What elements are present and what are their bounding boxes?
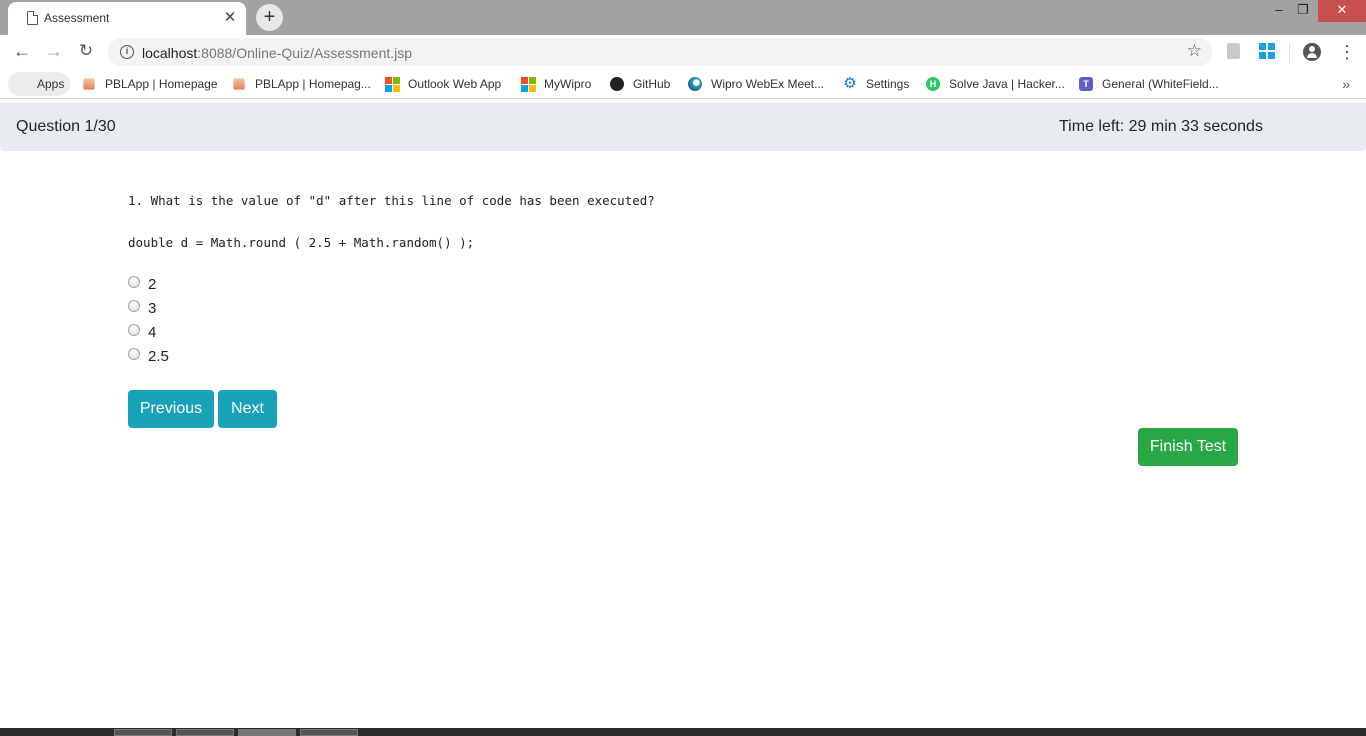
webex-icon: [688, 77, 702, 91]
option-label: 2: [148, 275, 157, 293]
bookmark-mywipro[interactable]: MyWipro: [521, 72, 591, 96]
forward-button[interactable]: →: [42, 40, 66, 64]
teams-icon: T: [1079, 77, 1093, 91]
bookmarks-overflow-chevron-icon[interactable]: »: [1342, 76, 1350, 92]
question-counter: Question 1/30: [16, 118, 116, 135]
answer-options: 2 3 4 2.5: [128, 272, 169, 368]
quiz-header: Question 1/30 Time left: 29 min 33 secon…: [0, 103, 1366, 151]
github-icon: [610, 77, 624, 91]
radio-button[interactable]: [128, 348, 140, 360]
radio-button[interactable]: [128, 300, 140, 312]
answer-option[interactable]: 2.5: [128, 344, 169, 368]
radio-button[interactable]: [128, 324, 140, 336]
bookmark-pblapp-homepage[interactable]: PBLApp | Homepage: [82, 72, 218, 96]
address-bar[interactable]: i localhost:8088/Online-Quiz/Assessment.…: [108, 38, 1212, 66]
bookmark-label: Outlook Web App: [408, 77, 502, 91]
answer-option[interactable]: 3: [128, 296, 169, 320]
answer-option[interactable]: 4: [128, 320, 169, 344]
bookmark-pblapp-homepage-2[interactable]: PBLApp | Homepag...: [232, 72, 371, 96]
browser-tab-assessment[interactable]: Assessment ✕: [8, 2, 246, 35]
question-text: 1. What is the value of "d" after this l…: [128, 193, 655, 208]
document-icon: [27, 11, 38, 25]
url-host: localhost: [142, 45, 198, 61]
browser-menu-icon[interactable]: ⋮: [1338, 40, 1356, 64]
pbl-icon: [233, 78, 245, 90]
radio-button[interactable]: [128, 276, 140, 288]
bookmark-github[interactable]: GitHub: [610, 72, 670, 96]
reload-button[interactable]: ↻: [74, 40, 98, 64]
next-button[interactable]: Next: [218, 390, 277, 428]
bookmark-label: PBLApp | Homepage: [105, 77, 218, 91]
bookmark-outlook-web-app[interactable]: Outlook Web App: [385, 72, 501, 96]
pbl-icon: [83, 78, 95, 90]
bookmark-label: GitHub: [633, 77, 671, 91]
bookmarks-bar: Apps PBLApp | Homepage PBLApp | Homepag.…: [0, 69, 1366, 99]
hackerrank-icon: H: [926, 77, 940, 91]
bookmark-label: MyWipro: [544, 77, 592, 91]
tab-close-icon[interactable]: ✕: [222, 8, 238, 26]
option-label: 4: [148, 323, 157, 341]
window-close-button[interactable]: ✕: [1318, 0, 1366, 22]
taskbar-item[interactable]: [176, 729, 234, 736]
finish-test-button[interactable]: Finish Test: [1138, 428, 1238, 466]
bookmark-label: Apps: [37, 77, 65, 91]
question-code: double d = Math.round ( 2.5 + Math.rando…: [128, 235, 475, 250]
bookmark-teams-general[interactable]: T General (WhiteField...: [1079, 72, 1219, 96]
microsoft-icon: [521, 77, 536, 92]
option-label: 3: [148, 299, 157, 317]
bookmark-label: Wipro WebEx Meet...: [711, 77, 825, 91]
bookmark-settings[interactable]: ⚙ Settings: [843, 72, 909, 96]
apps-grid-icon: [14, 77, 28, 91]
profile-avatar-icon[interactable]: [1303, 43, 1321, 61]
taskbar-item[interactable]: [114, 729, 172, 736]
bookmark-label: Settings: [866, 77, 910, 91]
option-label: 2.5: [148, 347, 169, 365]
bookmark-wipro-webex[interactable]: Wipro WebEx Meet...: [688, 72, 824, 96]
taskbar-item[interactable]: [238, 729, 296, 736]
microsoft-icon: [385, 77, 400, 92]
bookmark-label: General (WhiteField...: [1102, 77, 1219, 91]
toolbar-divider: [1289, 44, 1290, 62]
bookmark-star-icon[interactable]: ☆: [1187, 41, 1202, 61]
url-path: :8088/Online-Quiz/Assessment.jsp: [197, 45, 413, 61]
windows-extension-icon[interactable]: [1259, 43, 1275, 59]
bookmark-hackerrank[interactable]: H Solve Java | Hacker...: [926, 72, 1065, 96]
back-button[interactable]: ←: [10, 40, 34, 64]
browser-toolbar: ← → ↻ i localhost:8088/Online-Quiz/Asses…: [0, 35, 1366, 69]
previous-button[interactable]: Previous: [128, 390, 214, 428]
site-info-icon[interactable]: i: [120, 45, 134, 59]
bookmark-apps[interactable]: Apps: [8, 72, 71, 96]
os-taskbar: [0, 728, 1366, 736]
taskbar-item[interactable]: [300, 729, 358, 736]
clipboard-extension-icon[interactable]: [1227, 43, 1240, 59]
browser-title-bar: Assessment ✕ + ‒ ❐ ✕: [0, 0, 1366, 35]
new-tab-button[interactable]: +: [256, 4, 283, 31]
time-left-timer: Time left: 29 min 33 seconds: [1059, 118, 1263, 135]
bookmark-label: PBLApp | Homepag...: [255, 77, 371, 91]
gear-icon: ⚙: [843, 75, 857, 92]
bookmark-label: Solve Java | Hacker...: [949, 77, 1065, 91]
url-text[interactable]: localhost:8088/Online-Quiz/Assessment.js…: [142, 45, 412, 61]
tab-title: Assessment: [44, 11, 110, 25]
answer-option[interactable]: 2: [128, 272, 169, 296]
